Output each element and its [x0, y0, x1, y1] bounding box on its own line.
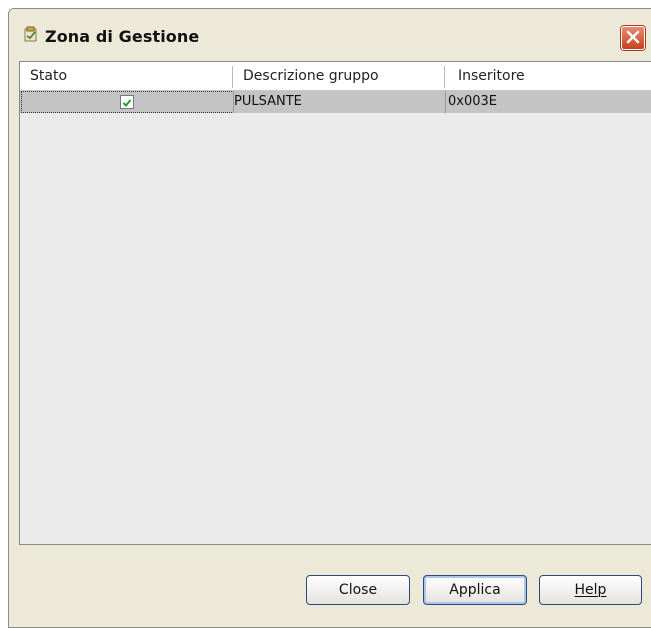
title-bar[interactable]: Zona di Gestione — [9, 9, 651, 59]
column-divider[interactable] — [444, 66, 445, 88]
window-title: Zona di Gestione — [45, 27, 200, 46]
help-button[interactable]: Help — [539, 575, 642, 605]
column-header-stato[interactable]: Stato — [30, 62, 67, 90]
column-header-descrizione[interactable]: Descrizione gruppo — [243, 62, 379, 90]
groups-table[interactable]: Stato Descrizione gruppo Inseritore PULS… — [19, 61, 651, 545]
column-divider[interactable] — [232, 66, 233, 88]
stato-checkbox[interactable] — [120, 95, 134, 109]
column-header-inseritore[interactable]: Inseritore — [458, 62, 525, 90]
close-icon — [626, 29, 640, 48]
dialog-window: Zona di Gestione Stato Descrizione grupp… — [8, 8, 651, 628]
checkmark-icon — [122, 93, 132, 112]
window-app-icon — [24, 26, 38, 42]
applica-button[interactable]: Applica — [423, 575, 527, 605]
help-button-label: Help — [574, 582, 607, 598]
close-button[interactable]: Close — [306, 575, 410, 605]
table-header: Stato Descrizione gruppo Inseritore — [20, 62, 651, 91]
close-window-button[interactable] — [621, 26, 645, 50]
cell-descrizione: PULSANTE — [234, 94, 302, 109]
table-row[interactable]: PULSANTE 0x003E — [20, 91, 651, 113]
cell-inseritore: 0x003E — [448, 94, 497, 109]
cell-divider — [445, 91, 446, 113]
